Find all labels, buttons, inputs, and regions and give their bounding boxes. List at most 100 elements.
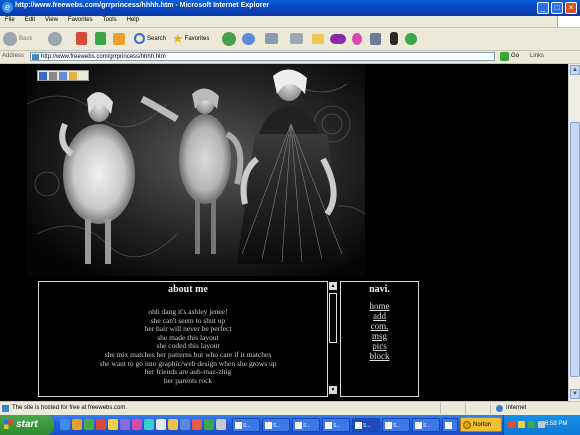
taskbar-window-button-active[interactable]: S...: [352, 418, 380, 432]
norton-button[interactable]: Norton: [460, 417, 502, 432]
quicklaunch-app-icon[interactable]: [192, 419, 202, 430]
status-divider: [465, 403, 466, 414]
taskbar-window-button[interactable]: S...: [262, 418, 290, 432]
quicklaunch-app-icon[interactable]: [156, 419, 166, 430]
print-image-icon[interactable]: [49, 72, 57, 80]
research-button[interactable]: [370, 31, 381, 46]
refresh-button[interactable]: [95, 31, 106, 46]
menu-file[interactable]: File: [0, 16, 20, 23]
window-icon: [415, 422, 422, 429]
image-toolbar: [37, 70, 89, 81]
scroll-down-arrow-icon[interactable]: ▼: [329, 386, 337, 394]
go-button[interactable]: Go: [511, 53, 519, 59]
window-icon: [295, 422, 302, 429]
taskbar-window-button[interactable]: S...: [412, 418, 440, 432]
taskbar-window-button[interactable]: S...: [322, 418, 350, 432]
nav-link-home[interactable]: home: [341, 301, 418, 311]
page-scroll-thumb[interactable]: [570, 122, 580, 377]
folder-button[interactable]: [312, 31, 324, 46]
tray-app-icon[interactable]: [508, 421, 515, 428]
scroll-up-arrow-icon[interactable]: ▲: [329, 282, 337, 290]
taskbar-window-button[interactable]: S...: [232, 418, 260, 432]
quicklaunch-app-icon[interactable]: [204, 419, 214, 430]
window-icon: [235, 422, 242, 429]
nav-link-com[interactable]: com.: [341, 321, 418, 331]
security-zone-label: Internet: [506, 405, 527, 411]
email-image-icon[interactable]: [59, 72, 67, 80]
taskbar-window-button[interactable]: S...: [382, 418, 410, 432]
window-titlebar[interactable]: e http://www.freewebs.com/grrprincess/hh…: [0, 0, 580, 16]
nav-link-block[interactable]: block: [341, 351, 418, 361]
yahoo-icon: [330, 33, 346, 44]
status-text: The site is hosted for free at freewebs.…: [12, 405, 128, 411]
quicklaunch-app-icon[interactable]: [96, 419, 106, 430]
msn-button[interactable]: [405, 31, 417, 46]
menu-help[interactable]: Help: [122, 16, 144, 23]
mail-icon: [265, 33, 278, 44]
search-icon: [134, 33, 145, 44]
quicklaunch-messenger-icon[interactable]: [108, 419, 118, 430]
media-button[interactable]: [222, 31, 236, 46]
quicklaunch-ie-icon[interactable]: [60, 419, 70, 430]
task-label: S...: [243, 423, 251, 429]
nav-link-pics[interactable]: pics: [341, 341, 418, 351]
start-button[interactable]: start: [0, 415, 54, 435]
task-label: S...: [273, 423, 281, 429]
search-button[interactable]: Search: [134, 31, 166, 46]
save-image-icon[interactable]: [39, 72, 47, 80]
scroll-up-button[interactable]: ▲: [570, 65, 580, 75]
taskbar: start S... S... S... S... S... S... S...…: [0, 415, 580, 435]
stop-button[interactable]: [76, 31, 87, 46]
quicklaunch-aim-icon[interactable]: [168, 419, 178, 430]
maximize-button[interactable]: □: [551, 2, 563, 14]
quicklaunch-app-icon[interactable]: [120, 419, 130, 430]
menu-favorites[interactable]: Favorites: [63, 16, 98, 23]
quicklaunch-media-icon[interactable]: [84, 419, 94, 430]
tray-app-icon[interactable]: [518, 421, 525, 428]
scroll-down-button[interactable]: ▼: [570, 389, 580, 399]
taskbar-clock[interactable]: 6:58 PM: [545, 421, 567, 427]
yahoo-button[interactable]: [330, 31, 346, 46]
links-label[interactable]: Links: [530, 53, 544, 59]
refresh-icon: [95, 32, 106, 45]
menu-edit[interactable]: Edit: [20, 16, 40, 23]
windows-flag-icon: [4, 420, 13, 429]
go-arrow-icon[interactable]: [500, 52, 509, 61]
about-me-box[interactable]: about me ohh dang it's ashley jenee! she…: [38, 281, 338, 397]
quicklaunch-app-icon[interactable]: [132, 419, 142, 430]
page-scrollbar[interactable]: ▲ ▼: [568, 64, 580, 401]
forward-button[interactable]: [48, 31, 62, 46]
mail-button[interactable]: [265, 31, 278, 46]
my-pictures-icon[interactable]: [69, 72, 77, 80]
taskbar-window-button[interactable]: [442, 418, 458, 432]
back-button[interactable]: Back: [3, 31, 32, 46]
back-arrow-icon: [3, 31, 17, 46]
menu-view[interactable]: View: [40, 16, 63, 23]
messenger-button[interactable]: [352, 31, 362, 46]
menu-tools[interactable]: Tools: [98, 16, 122, 23]
tray-app-icon[interactable]: [528, 421, 535, 428]
nav-link-msg[interactable]: msg: [341, 331, 418, 341]
aim-button[interactable]: [390, 31, 398, 46]
window-icon: [445, 422, 452, 429]
history-button[interactable]: [242, 31, 255, 46]
edit-button[interactable]: [290, 31, 303, 46]
windows-logo-icon: [557, 16, 580, 27]
favorites-star-icon: ★: [172, 31, 184, 46]
quicklaunch-app-icon[interactable]: [216, 419, 226, 430]
about-scroll-thumb[interactable]: [329, 293, 337, 343]
quicklaunch-app-icon[interactable]: [144, 419, 154, 430]
taskbar-window-button[interactable]: S...: [292, 418, 320, 432]
quicklaunch-app-icon[interactable]: [180, 419, 190, 430]
address-url: http://www.freewebs.com/grrprincess/hhhh…: [41, 54, 166, 60]
about-scrollbar[interactable]: ▲ ▼: [327, 281, 339, 397]
close-button[interactable]: ×: [565, 2, 577, 14]
address-input[interactable]: http://www.freewebs.com/grrprincess/hhhh…: [30, 52, 495, 61]
quicklaunch-folder-icon[interactable]: [72, 419, 82, 430]
minimize-button[interactable]: _: [537, 2, 549, 14]
favorites-button[interactable]: ★ Favorites: [172, 31, 209, 46]
home-button[interactable]: [113, 31, 125, 46]
nav-link-add[interactable]: add: [341, 311, 418, 321]
tray-volume-icon[interactable]: [538, 421, 545, 428]
start-label: start: [16, 419, 38, 430]
